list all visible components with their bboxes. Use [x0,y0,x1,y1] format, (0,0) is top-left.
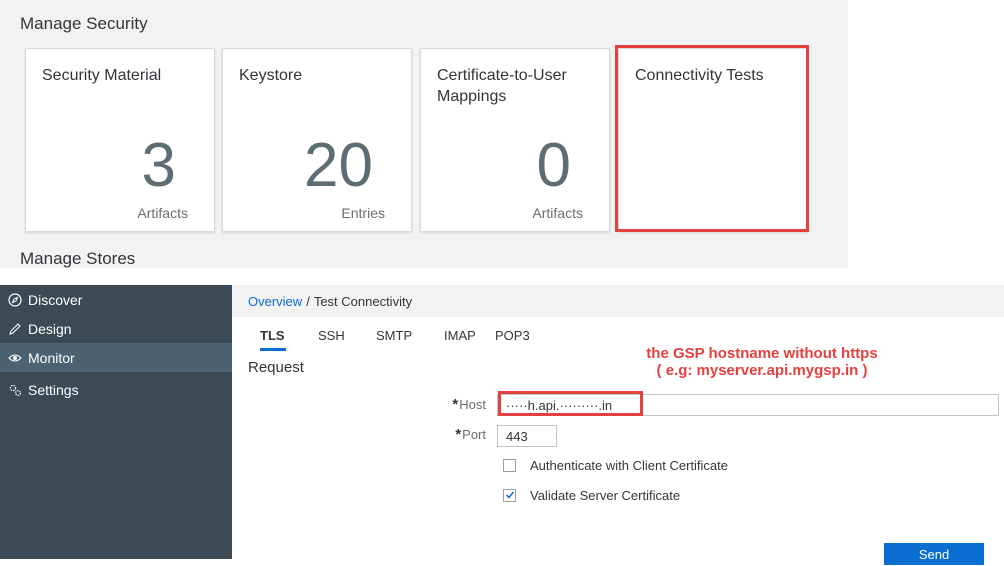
tile-count: 3 [141,131,176,200]
tile-unit: Entries [341,205,385,221]
host-highlight [498,391,643,416]
eye-icon [8,351,22,365]
authenticate-client-cert-checkbox[interactable] [503,459,516,472]
tab-smtp[interactable]: SMTP [376,328,412,343]
tile-title: Certificate-to-User Mappings [437,67,567,105]
connectivity-tests-highlight [615,45,809,232]
tile-unit: Artifacts [137,205,188,221]
annotation-line: the GSP hostname without https [646,345,878,362]
tab-imap[interactable]: IMAP [444,328,476,343]
breadcrumb-separator: / [306,294,310,309]
sidebar-item-design[interactable]: Design [0,314,232,343]
sidebar-item-label: Discover [28,291,83,308]
sidebar-item-settings[interactable]: Settings [0,375,232,404]
send-button[interactable]: Send [884,543,984,565]
tile-title: Security Material [42,67,162,84]
required-mark: * [452,396,459,413]
checkmark-icon [505,487,515,505]
host-label-text: Host [459,397,486,412]
tile-unit: Artifacts [532,205,583,221]
tile-count: 20 [304,131,373,200]
host-label: *Host [442,396,486,413]
manage-security-panel: Manage Security Security Material 3 Arti… [0,0,848,268]
port-label: *Port [442,426,486,443]
tile-keystore[interactable]: Keystore 20 Entries [222,48,412,232]
sidebar-item-label: Design [28,320,72,337]
breadcrumb-current: Test Connectivity [313,294,413,309]
port-label-text: Port [462,427,486,442]
annotation-line: ( e.g: myserver.api.mygsp.in ) [656,362,868,379]
request-section-title: Request [248,359,304,376]
tab-ssh[interactable]: SSH [318,328,345,343]
breadcrumb: Overview / Test Connectivity [248,294,412,309]
tile-title: Keystore [239,67,303,84]
sidebar-item-label: Settings [28,381,79,398]
sidebar: Discover Design Monitor Settings [0,285,232,559]
authenticate-client-cert-label: Authenticate with Client Certificate [530,458,728,473]
tab-pop3[interactable]: POP3 [495,328,530,343]
tile-certificate-to-user-mappings[interactable]: Certificate-to-User Mappings 0 Artifacts [420,48,610,232]
tab-tls[interactable]: TLS [260,328,285,343]
tile-count: 0 [536,131,571,200]
breadcrumb-overview-link[interactable]: Overview [248,294,302,309]
active-tab-indicator [260,348,286,351]
sidebar-item-monitor[interactable]: Monitor [0,343,232,372]
tile-security-material[interactable]: Security Material 3 Artifacts [25,48,215,232]
breadcrumb-bar: Overview / Test Connectivity [232,285,1004,317]
required-mark: * [455,426,462,443]
port-input[interactable] [497,425,557,447]
gears-icon [8,383,22,397]
host-annotation: the GSP hostname without https ( e.g: my… [612,345,912,379]
manage-security-title: Manage Security [20,14,148,33]
validate-server-cert-label: Validate Server Certificate [530,488,681,503]
manage-stores-title: Manage Stores [20,249,136,268]
sidebar-item-discover[interactable]: Discover [0,285,232,314]
test-connectivity-page: Overview / Test Connectivity TLS SSH SMTP … [232,285,1004,565]
sidebar-item-label: Monitor [28,349,75,366]
validate-server-cert-checkbox[interactable] [503,489,516,502]
pencil-icon [8,322,22,336]
compass-icon [8,292,22,307]
